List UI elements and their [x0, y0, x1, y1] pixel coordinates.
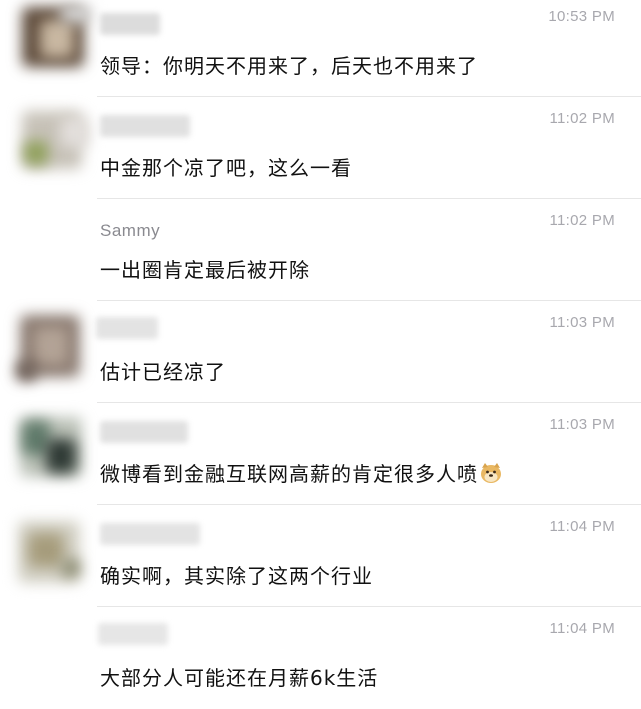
sender-name-redacted — [98, 623, 168, 645]
chat-message[interactable]: 11:03 PM 估计已经凉了 — [0, 301, 641, 403]
message-text: 领导：你明天不用来了，后天也不用来了 — [100, 54, 478, 78]
sender-name-redacted — [100, 523, 200, 545]
chat-message[interactable]: Sammy 11:02 PM 一出圈肯定最后被开除 — [0, 199, 641, 301]
sender-name-redacted — [96, 317, 158, 339]
sender-name-redacted — [100, 13, 160, 35]
message-text: 确实啊，其实除了这两个行业 — [100, 564, 373, 588]
message-time: 11:03 PM — [549, 314, 615, 331]
avatar[interactable] — [0, 97, 100, 197]
chat-message[interactable]: 11:04 PM 大部分人可能还在月薪6k生活 — [0, 607, 641, 709]
sender-name-redacted — [100, 421, 188, 443]
chat-message[interactable]: 11:02 PM 中金那个凉了吧，这么一看 — [0, 97, 641, 199]
message-text: 大部分人可能还在月薪6k生活 — [100, 666, 379, 690]
message-time: 11:02 PM — [549, 110, 615, 127]
message-time: 11:03 PM — [549, 416, 615, 433]
message-text: 一出圈肯定最后被开除 — [100, 258, 310, 282]
chat-message[interactable]: 11:04 PM 确实啊，其实除了这两个行业 — [0, 505, 641, 607]
avatar[interactable] — [0, 505, 100, 605]
avatar[interactable] — [0, 0, 100, 95]
avatar[interactable] — [0, 403, 100, 503]
doge-icon — [480, 462, 502, 489]
message-text-content: 微博看到金融互联网高薪的肯定很多人喷 — [100, 462, 478, 486]
message-text: 微博看到金融互联网高薪的肯定很多人喷 — [100, 458, 502, 489]
message-text: 中金那个凉了吧，这么一看 — [100, 156, 352, 180]
chat-message[interactable]: 10:53 PM 领导：你明天不用来了，后天也不用来了 — [0, 0, 641, 97]
message-time: 11:04 PM — [549, 518, 615, 535]
message-text: 估计已经凉了 — [100, 360, 226, 384]
avatar[interactable] — [0, 301, 100, 401]
chat-message[interactable]: 11:03 PM 微博看到金融互联网高薪的肯定很多人喷 — [0, 403, 641, 505]
message-time: 10:53 PM — [548, 8, 615, 25]
message-time: 11:04 PM — [549, 620, 615, 637]
sender-name-redacted — [100, 115, 190, 137]
sender-name: Sammy — [100, 221, 161, 240]
message-time: 11:02 PM — [549, 212, 615, 229]
